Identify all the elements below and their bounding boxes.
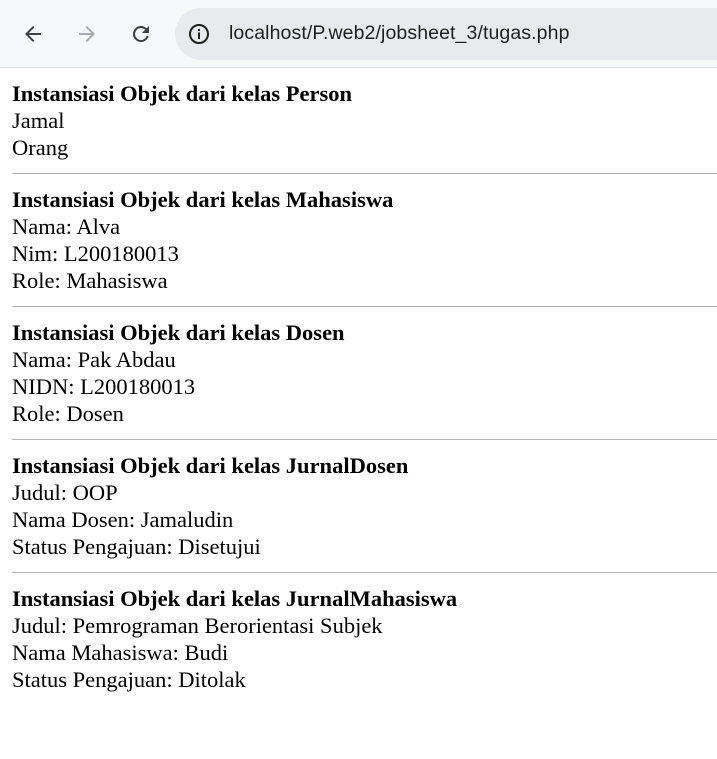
section-line: Nama: Alva [12,214,121,239]
page-content: Instansiasi Objek dari kelas Person Jama… [0,68,717,693]
forward-button[interactable] [67,14,107,54]
section-line: Role: Dosen [12,401,124,426]
section-line: Status Pengajuan: Ditolak [12,667,246,692]
section-jurnal-mahasiswa: Instansiasi Objek dari kelas JurnalMahas… [12,585,717,693]
section-line: Jamal [12,108,65,133]
section-line: Nama Mahasiswa: Budi [12,640,229,665]
reload-button[interactable] [121,14,161,54]
arrow-right-icon [79,25,95,42]
section-title: Instansiasi Objek dari kelas Dosen [12,320,345,345]
section-line: NIDN: L200180013 [12,374,196,399]
section-title: Instansiasi Objek dari kelas JurnalDosen [12,453,409,478]
reload-icon [132,25,149,42]
site-info-icon[interactable] [187,22,211,46]
arrow-left-icon [25,25,41,42]
divider [12,439,717,440]
section-line: Nim: L200180013 [12,241,179,266]
section-title: Instansiasi Objek dari kelas Mahasiswa [12,187,394,212]
divider [12,306,717,307]
section-title: Instansiasi Objek dari kelas JurnalMahas… [12,586,458,611]
address-bar[interactable]: localhost/P.web2/jobsheet_3/tugas.php [175,7,717,60]
section-line: Role: Mahasiswa [12,268,168,293]
section-line: Judul: Pemrograman Berorientasi Subjek [12,613,383,638]
section-dosen: Instansiasi Objek dari kelas Dosen Nama:… [12,319,717,427]
section-line: Nama Dosen: Jamaludin [12,507,234,532]
section-title: Instansiasi Objek dari kelas Person [12,81,353,106]
section-line: Status Pengajuan: Disetujui [12,534,261,559]
divider [12,572,717,573]
back-button[interactable] [13,14,53,54]
section-mahasiswa: Instansiasi Objek dari kelas Mahasiswa N… [12,186,717,294]
browser-toolbar: localhost/P.web2/jobsheet_3/tugas.php [0,0,717,68]
divider [12,173,717,174]
section-jurnal-dosen: Instansiasi Objek dari kelas JurnalDosen… [12,452,717,560]
section-line: Judul: OOP [12,480,118,505]
section-line: Orang [12,135,69,160]
section-person: Instansiasi Objek dari kelas Person Jama… [12,80,717,161]
url-text[interactable]: localhost/P.web2/jobsheet_3/tugas.php [229,22,570,45]
section-line: Nama: Pak Abdau [12,347,176,372]
